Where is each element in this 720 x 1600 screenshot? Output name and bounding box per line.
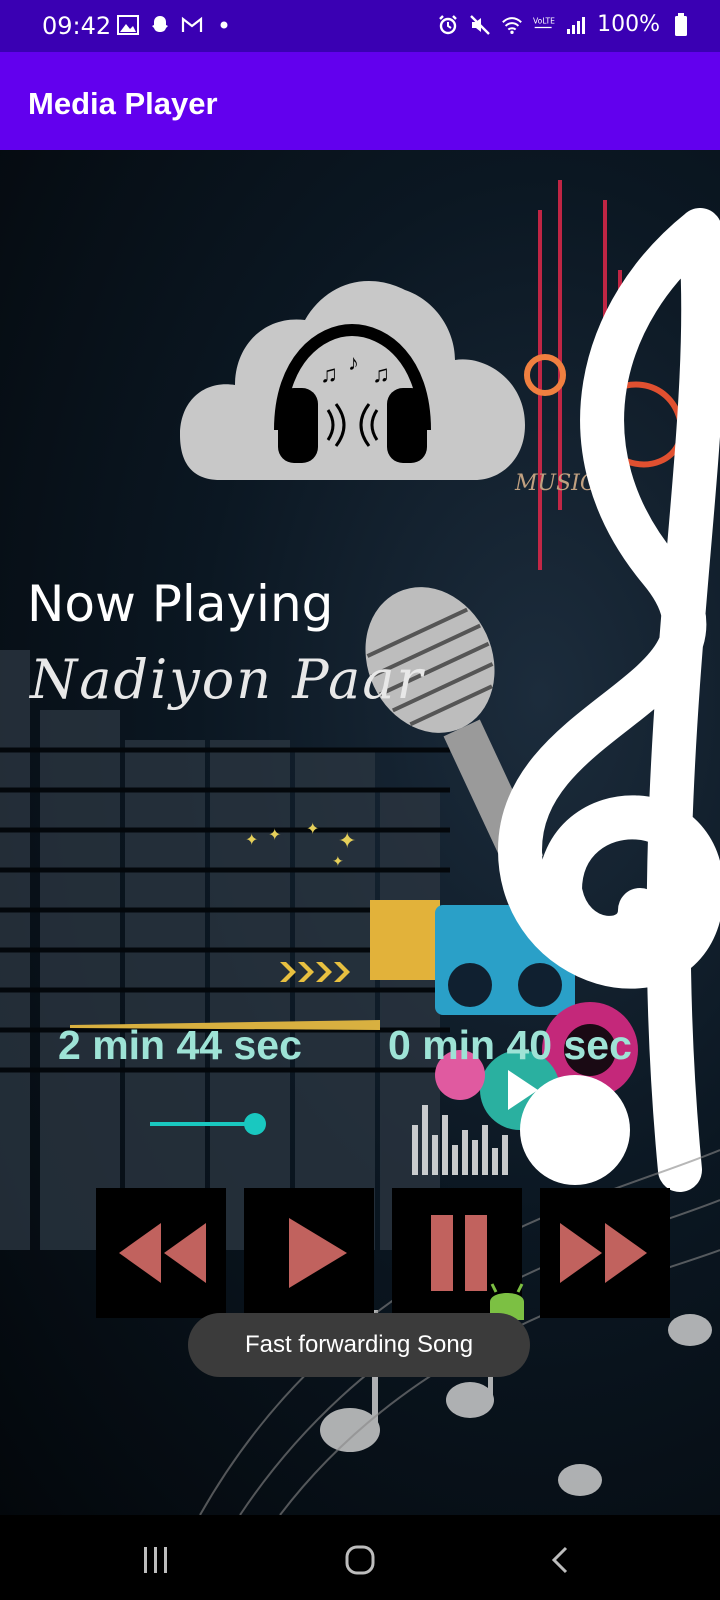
status-bar: 09:42 VoLTE1 100% bbox=[0, 0, 720, 52]
snapchat-icon bbox=[149, 14, 171, 36]
cloud-headphones-logo: ♫ ♪ ♫ bbox=[180, 281, 525, 480]
status-right: VoLTE1 100% bbox=[437, 12, 692, 37]
fast-forward-button[interactable] bbox=[540, 1188, 670, 1318]
rewind-button[interactable] bbox=[96, 1188, 226, 1318]
play-button[interactable] bbox=[244, 1188, 374, 1318]
play-icon bbox=[289, 1218, 347, 1288]
svg-text:✦: ✦ bbox=[245, 832, 258, 849]
svg-text:♫: ♫ bbox=[320, 361, 338, 388]
battery-icon bbox=[670, 12, 692, 36]
song-title: Nadiyon Paar bbox=[30, 648, 425, 711]
svg-text:✦: ✦ bbox=[268, 827, 281, 844]
player-screen: MUSIC ✦ ✦ ✦ ✦ ✦ ♫ ♪ ♫ Now Playing Nadiyo… bbox=[0, 150, 720, 1515]
toast-message: Fast forwarding Song bbox=[188, 1313, 530, 1377]
system-nav-bar bbox=[0, 1515, 720, 1600]
svg-text:✦: ✦ bbox=[332, 853, 344, 869]
back-icon bbox=[551, 1546, 568, 1574]
status-time: 09:42 bbox=[42, 12, 112, 40]
rewind-icon bbox=[119, 1223, 206, 1283]
alarm-icon bbox=[437, 14, 459, 36]
remaining-time: 0 min 40 sec bbox=[388, 1022, 632, 1068]
mute-icon bbox=[469, 14, 491, 36]
app-title: Media Player bbox=[28, 86, 218, 121]
home-icon bbox=[345, 1545, 375, 1575]
seek-bar[interactable] bbox=[150, 1112, 266, 1136]
status-left-icons bbox=[117, 14, 235, 36]
fast-forward-icon bbox=[560, 1223, 647, 1283]
home-button[interactable] bbox=[330, 1535, 390, 1585]
seek-bar-track bbox=[150, 1122, 252, 1126]
svg-text:✦: ✦ bbox=[306, 821, 319, 838]
signal-icon bbox=[565, 14, 587, 36]
battery-percent: 100% bbox=[597, 12, 660, 37]
svg-text:♪: ♪ bbox=[348, 350, 359, 375]
gallery-icon bbox=[117, 14, 139, 36]
svg-text:VoLTE1: VoLTE1 bbox=[533, 16, 555, 25]
recents-icon bbox=[144, 1547, 167, 1573]
wifi-icon bbox=[501, 14, 523, 36]
now-playing-label: Now Playing bbox=[27, 575, 334, 633]
volte-icon: VoLTE1 bbox=[533, 14, 555, 36]
elapsed-time: 2 min 44 sec bbox=[58, 1022, 302, 1068]
recents-button[interactable] bbox=[126, 1535, 186, 1585]
svg-text:♫: ♫ bbox=[372, 361, 390, 388]
gmail-icon bbox=[181, 14, 203, 36]
back-button[interactable] bbox=[530, 1535, 590, 1585]
seek-bar-thumb[interactable] bbox=[244, 1113, 266, 1135]
app-bar: Media Player bbox=[0, 52, 720, 150]
dot-icon bbox=[213, 14, 235, 36]
svg-text:✦: ✦ bbox=[338, 828, 356, 853]
